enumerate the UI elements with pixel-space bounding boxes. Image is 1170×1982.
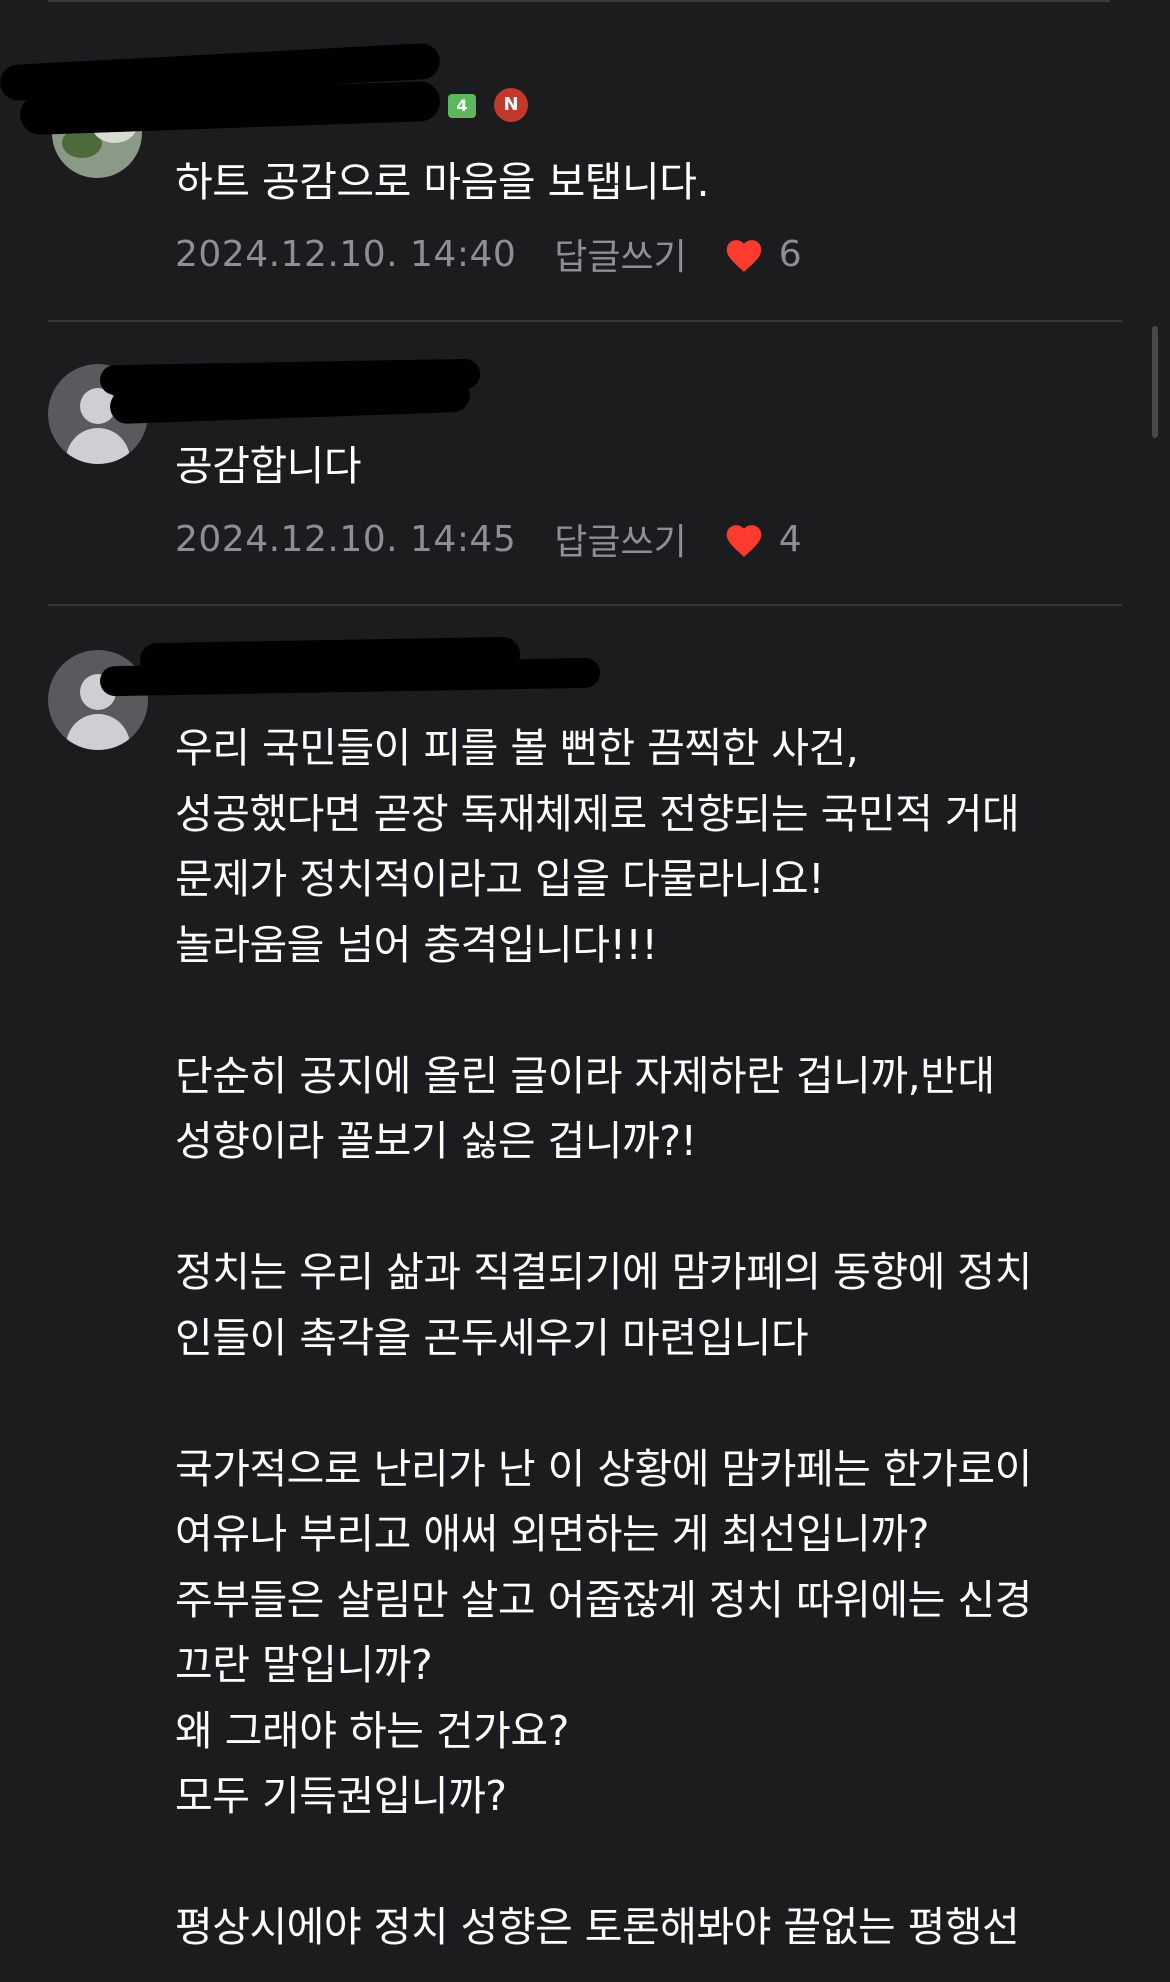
comment-line: 평상시에야 정치 성향은 토론해봐야 끝없는 평행선	[175, 1903, 1020, 1951]
comment-line: 끄란 말입니까?	[175, 1641, 433, 1689]
avatar-shoulders	[66, 428, 130, 464]
comment-line: 문제가 정치적이라고 입을 다물라니요!	[175, 855, 825, 903]
like-count: 4	[778, 518, 802, 560]
comment-line: 우리 국민들이 피를 볼 뻔한 끔찍한 사건,	[175, 724, 859, 772]
reply-button[interactable]: 답글쓰기	[554, 228, 686, 280]
new-badge: N	[494, 88, 528, 122]
heart-icon	[726, 525, 762, 557]
like-count: 6	[778, 233, 802, 275]
grade-badge: 4	[448, 94, 476, 118]
heart-icon	[726, 240, 762, 272]
comment-line	[175, 1371, 1135, 1437]
comment-date: 2024.12.10. 14:45	[175, 518, 517, 560]
comment-date: 2024.12.10. 14:40	[175, 233, 517, 275]
comment-line: 하트 공감으로 마음을 보탭니다.	[175, 158, 710, 206]
comment-3: 우리 국민들이 피를 볼 뻔한 끔찍한 사건, 성공했다면 곧장 독재체제로 전…	[0, 606, 1170, 1982]
like-button[interactable]: 6	[723, 234, 802, 275]
scrollbar[interactable]	[1152, 326, 1158, 438]
comment-text: 하트 공감으로 마음을 보탭니다.	[175, 150, 1135, 216]
comment-line: 여유나 부리고 애써 외면하는 게 최선입니까?	[175, 1510, 929, 1558]
comment-line: 공감합니다	[175, 442, 362, 490]
comment-line: 주부들은 살림만 살고 어줍잖게 정치 따위에는 신경	[175, 1575, 1032, 1624]
comment-line	[175, 1175, 1135, 1241]
comment-1: 4 N 하트 공감으로 마음을 보탭니다. 2024.12.10. 14:40 …	[0, 0, 1170, 320]
comment-line	[175, 978, 1135, 1044]
comment-line: 국가적으로 난리가 난 이 상황에 맘카페는 한가로이	[175, 1444, 1032, 1493]
comment-line: 단순히 공지에 올린 글이라 자제하란 겁니까,반대	[175, 1051, 995, 1100]
comment-meta: 2024.12.10. 14:40 답글쓰기 6	[175, 229, 802, 279]
like-button[interactable]: 4	[723, 519, 802, 560]
comment-line: 성공했다면 곧장 독재체제로 전향되는 국민적 거대	[175, 789, 1020, 838]
comment-meta: 2024.12.10. 14:45 답글쓰기 4	[175, 514, 802, 564]
avatar-shoulders	[66, 714, 130, 750]
comment-line: 놀라움을 넘어 충격입니다!!!	[175, 920, 658, 969]
comment-line	[175, 1830, 1135, 1896]
comment-text: 우리 국민들이 피를 볼 뻔한 끔찍한 사건, 성공했다면 곧장 독재체제로 전…	[175, 716, 1135, 1961]
comment-text: 공감합니다	[175, 434, 1135, 500]
reply-button[interactable]: 답글쓰기	[554, 513, 686, 565]
comment-2: 공감합니다 2024.12.10. 14:45 답글쓰기 4	[0, 322, 1170, 606]
comment-line: 성향이라 꼴보기 싫은 겁니까?!	[175, 1117, 697, 1165]
comment-line: 모두 기득권입니까?	[175, 1772, 507, 1820]
comment-line: 정치는 우리 삶과 직결되기에 맘카페의 동향에 정치	[175, 1248, 1032, 1296]
comment-line: 인들이 촉각을 곤두세우기 마련입니다	[175, 1313, 809, 1362]
comment-line: 왜 그래야 하는 건가요?	[175, 1706, 569, 1755]
